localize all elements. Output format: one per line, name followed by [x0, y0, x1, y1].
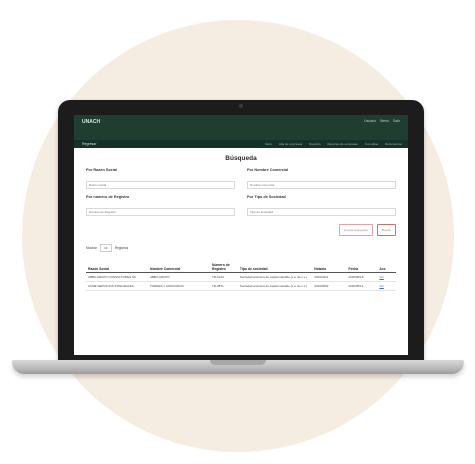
laptop-notch: [210, 360, 266, 365]
col-notario[interactable]: Notario: [312, 262, 347, 273]
camera-icon: [239, 104, 243, 108]
clear-button[interactable]: Limpiar búsqueda: [338, 224, 373, 236]
menu-item[interactable]: Menú: [380, 119, 389, 123]
numero-registro-label: Por número de Registro: [86, 195, 130, 199]
form-actions: Limpiar búsqueda Buscar: [86, 224, 396, 236]
page-length-control: Mostrar 10 Registros: [86, 244, 396, 252]
cell-fecha: 2020/06/18: [346, 272, 378, 282]
table-row: ACME SERVICIOS INTEGRALES TORRES Y ASOCI…: [86, 281, 396, 291]
table-row: ABBA GRUPO CONSULTORES SA ABBA GRUPO TR-…: [86, 272, 396, 282]
cell-nombre-comercial: ABBA GRUPO: [148, 272, 210, 282]
search-button[interactable]: Buscar: [376, 224, 396, 236]
nav-bar: Regresar Inicio Alta de empresas Registr…: [74, 140, 408, 148]
nav-item-consultas[interactable]: Consultas: [365, 142, 378, 146]
tipo-sociedad-label: Por Tipo de Sociedad: [247, 195, 286, 199]
main-content: Búsqueda Por Razón Social Por Nombre Com…: [74, 148, 408, 291]
nav-item-inicio[interactable]: Inicio: [265, 142, 272, 146]
numero-registro-field: Por número de Registro: [86, 195, 235, 218]
nav-item-reportes[interactable]: Reportes de empresas: [327, 142, 357, 146]
col-acciones: Acc: [377, 262, 396, 273]
length-select[interactable]: 10: [99, 244, 112, 252]
cell-numero-registro: TR-0871: [210, 281, 238, 291]
app-header: UNACH Usuario Menú Salir: [74, 115, 408, 140]
col-numero-registro[interactable]: Número de Registro: [210, 262, 238, 273]
cell-nombre-comercial: TORRES Y ASOCIADOS: [148, 281, 210, 291]
results-table: Razón Social Nombre Comercial Número de …: [86, 262, 396, 291]
cell-notario: 2019/0411: [312, 272, 347, 282]
length-suffix: Registros: [114, 246, 129, 250]
col-fecha[interactable]: Fecha: [346, 262, 378, 273]
cell-tipo-sociedad: Sociedad anónima de capital variable (s.…: [237, 281, 313, 291]
tipo-sociedad-field: Por Tipo de Sociedad: [247, 195, 396, 218]
numero-registro-input[interactable]: [86, 208, 235, 216]
nombre-comercial-label: Por Nombre Comercial: [247, 168, 289, 172]
brand-logo: UNACH: [82, 119, 101, 125]
cell-razon-social: ABBA GRUPO CONSULTORES SA: [86, 272, 148, 282]
cell-fecha: 2020/05/12: [346, 281, 378, 291]
nav-item-alta[interactable]: Alta de empresas: [279, 142, 302, 146]
razon-social-field: Por Razón Social: [86, 168, 235, 191]
nav-menu: Inicio Alta de empresas Registro Reporte…: [265, 142, 402, 146]
search-form: Por Razón Social Por Nombre Comercial Po…: [86, 168, 396, 218]
col-razon-social[interactable]: Razón Social: [86, 262, 148, 273]
laptop-screen: UNACH Usuario Menú Salir Regresar Inicio…: [74, 115, 408, 355]
view-link[interactable]: Ver: [377, 272, 396, 282]
col-nombre-comercial[interactable]: Nombre Comercial: [148, 262, 210, 273]
logout-item[interactable]: Salir: [393, 119, 400, 123]
length-prefix: Mostrar: [86, 246, 97, 250]
nombre-comercial-field: Por Nombre Comercial: [247, 168, 396, 191]
cell-razon-social: ACME SERVICIOS INTEGRALES: [86, 281, 148, 291]
nombre-comercial-input[interactable]: [247, 181, 396, 189]
razon-social-input[interactable]: [86, 181, 235, 189]
tipo-sociedad-input[interactable]: [247, 208, 396, 216]
laptop-base: [12, 360, 464, 374]
cell-notario: 2019/0502: [312, 281, 347, 291]
user-menu: Usuario Menú Salir: [364, 119, 400, 123]
cell-numero-registro: TR-1024: [210, 272, 238, 282]
view-link[interactable]: Ver: [377, 281, 396, 291]
nav-item-registro[interactable]: Registro: [309, 142, 320, 146]
table-header-row: Razón Social Nombre Comercial Número de …: [86, 262, 396, 273]
page-title: Búsqueda: [225, 155, 257, 162]
col-tipo-sociedad[interactable]: Tipo de sociedad: [237, 262, 313, 273]
nav-item-documentos[interactable]: Documentos: [385, 142, 402, 146]
cell-tipo-sociedad: Sociedad anónima de capital variable (s.…: [237, 272, 313, 282]
razon-social-label: Por Razón Social: [86, 168, 118, 172]
laptop-lid: UNACH Usuario Menú Salir Regresar Inicio…: [58, 100, 424, 364]
user-item[interactable]: Usuario: [364, 119, 376, 123]
nav-home-link[interactable]: Regresar: [82, 142, 96, 146]
